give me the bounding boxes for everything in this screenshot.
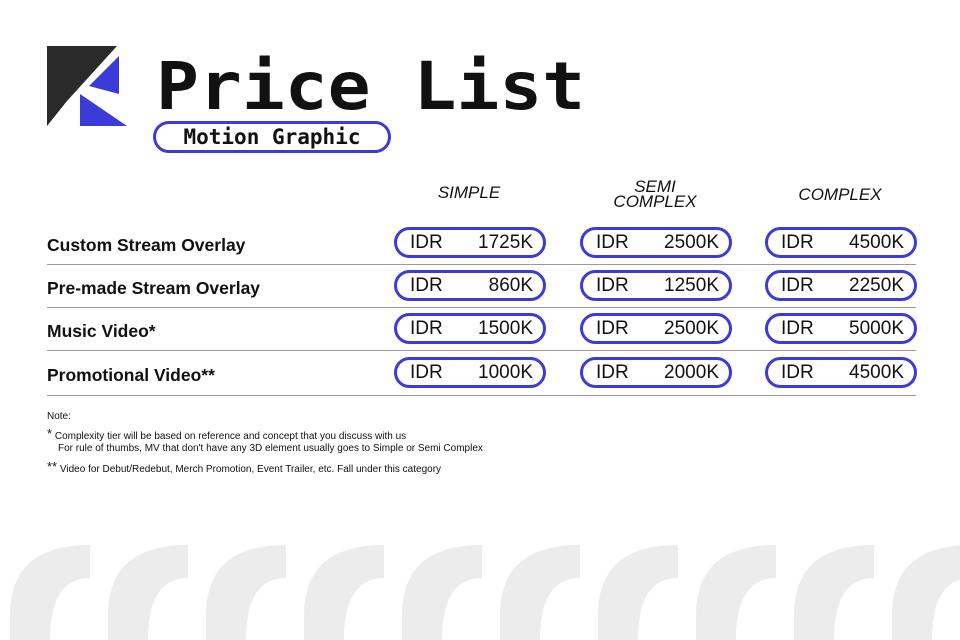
price-currency: IDR xyxy=(596,361,629,383)
price-currency: IDR xyxy=(410,317,443,339)
note-1-text: Complexity tier will be based on referen… xyxy=(54,431,407,442)
decorative-pattern xyxy=(10,545,960,640)
logo-icon xyxy=(47,46,127,126)
row-divider xyxy=(47,264,916,265)
decorative-arc xyxy=(108,545,188,640)
subtitle-badge: Motion Graphic xyxy=(153,121,391,153)
notes-label: Note: xyxy=(47,411,71,422)
note-2-text: Video for Debut/Redebut, Merch Promotion… xyxy=(59,464,442,475)
row-label: Music Video* xyxy=(47,321,156,341)
price-currency: IDR xyxy=(781,231,814,253)
price-currency: IDR xyxy=(596,317,629,339)
decorative-arc xyxy=(206,545,286,640)
decorative-arc xyxy=(402,545,482,640)
row-label: Custom Stream Overlay xyxy=(47,235,246,255)
column-header-semi-complex-text: SEMI COMPLEX xyxy=(613,177,697,211)
price-currency: IDR xyxy=(596,274,629,296)
price-currency: IDR xyxy=(781,317,814,339)
price-pill: IDR 5000K xyxy=(765,313,917,344)
note-1-subtext: For rule of thumbs, MV that don't have a… xyxy=(58,443,483,454)
decorative-arc xyxy=(892,545,960,640)
price-currency: IDR xyxy=(410,274,443,296)
column-header-complex: COMPLEX xyxy=(798,185,882,204)
row-divider xyxy=(47,350,916,351)
price-amount: 5000K xyxy=(849,317,904,339)
row-divider xyxy=(47,307,916,308)
note-1-mark: * xyxy=(47,426,53,441)
price-pill: IDR 1000K xyxy=(394,357,546,388)
notes-section: Note: * Complexity tier will be based on… xyxy=(47,411,483,476)
price-amount: 1500K xyxy=(478,317,533,339)
price-amount: 2000K xyxy=(664,361,719,383)
note-2-mark: ** xyxy=(47,459,58,474)
price-pill: IDR 1250K xyxy=(580,270,732,301)
decorative-arc xyxy=(598,545,678,640)
price-amount: 1250K xyxy=(664,274,719,296)
decorative-arc xyxy=(500,545,580,640)
price-currency: IDR xyxy=(410,231,443,253)
column-header-simple: SIMPLE xyxy=(437,183,501,202)
price-pill: IDR 2500K xyxy=(580,227,732,258)
price-pill: IDR 2000K xyxy=(580,357,732,388)
decorative-arc xyxy=(696,545,776,640)
price-amount: 4500K xyxy=(849,361,904,383)
price-pill: IDR 4500K xyxy=(765,227,917,258)
page-title: Price List xyxy=(156,48,586,125)
price-amount: 1000K xyxy=(478,361,533,383)
price-amount: 2500K xyxy=(664,231,719,253)
price-pill: IDR 860K xyxy=(394,270,546,301)
price-pill: IDR 2250K xyxy=(765,270,917,301)
price-pill: IDR 1500K xyxy=(394,313,546,344)
note-2: ** Video for Debut/Redebut, Merch Promot… xyxy=(47,459,483,476)
note-1: * Complexity tier will be based on refer… xyxy=(47,426,483,443)
row-label: Promotional Video** xyxy=(47,365,215,385)
price-currency: IDR xyxy=(596,231,629,253)
price-pill: IDR 1725K xyxy=(394,227,546,258)
price-amount: 4500K xyxy=(849,231,904,253)
decorative-arc xyxy=(10,545,90,640)
price-currency: IDR xyxy=(410,361,443,383)
price-pill: IDR 4500K xyxy=(765,357,917,388)
row-divider xyxy=(47,395,916,396)
price-amount: 2250K xyxy=(849,274,904,296)
subtitle-text: Motion Graphic xyxy=(183,125,361,149)
price-amount: 860K xyxy=(488,274,533,296)
price-currency: IDR xyxy=(781,361,814,383)
row-label: Pre-made Stream Overlay xyxy=(47,278,261,298)
decorative-arc xyxy=(794,545,874,640)
price-pill: IDR 2500K xyxy=(580,313,732,344)
decorative-arc xyxy=(304,545,384,640)
table-row: Promotional Video** IDR 1000K IDR 2000K ID… xyxy=(47,357,917,400)
price-currency: IDR xyxy=(781,274,814,296)
column-header-semi-complex: SEMI COMPLEX xyxy=(570,177,740,211)
price-amount: 1725K xyxy=(478,231,533,253)
price-amount: 2500K xyxy=(664,317,719,339)
